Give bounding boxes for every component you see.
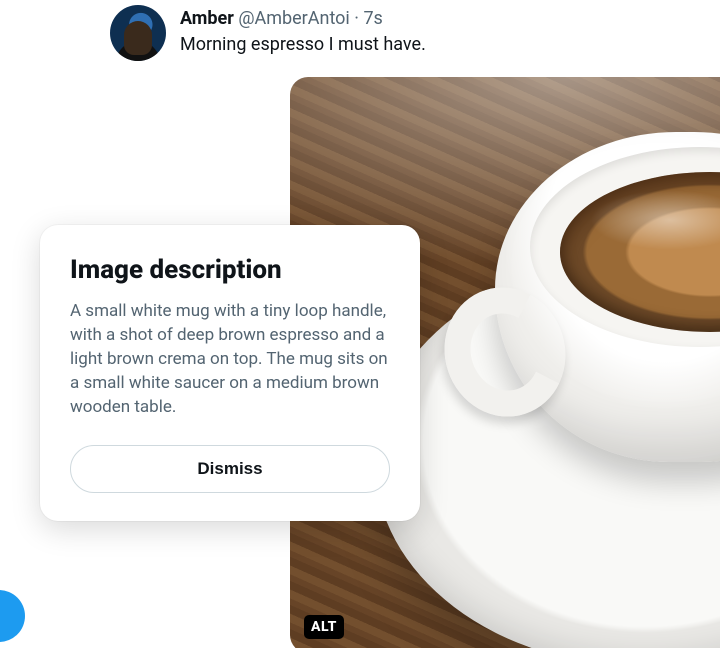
tweet-text: Morning espresso I must have. — [180, 33, 720, 57]
timestamp[interactable]: 7s — [363, 8, 382, 29]
image-description-popover: Image description A small white mug with… — [40, 225, 420, 521]
user-handle[interactable]: @AmberAntoi — [238, 8, 349, 29]
popover-title: Image description — [70, 255, 390, 285]
separator: · — [350, 8, 364, 29]
avatar[interactable] — [110, 5, 166, 61]
dismiss-button[interactable]: Dismiss — [70, 445, 390, 493]
tweet[interactable]: Amber @AmberAntoi · 7s Morning espresso … — [110, 5, 720, 57]
display-name[interactable]: Amber — [180, 8, 234, 29]
compose-tweet-button[interactable] — [0, 590, 25, 642]
tweet-header: Amber @AmberAntoi · 7s — [180, 5, 720, 31]
alt-badge[interactable]: ALT — [304, 615, 344, 639]
popover-body: A small white mug with a tiny loop handl… — [70, 299, 390, 419]
